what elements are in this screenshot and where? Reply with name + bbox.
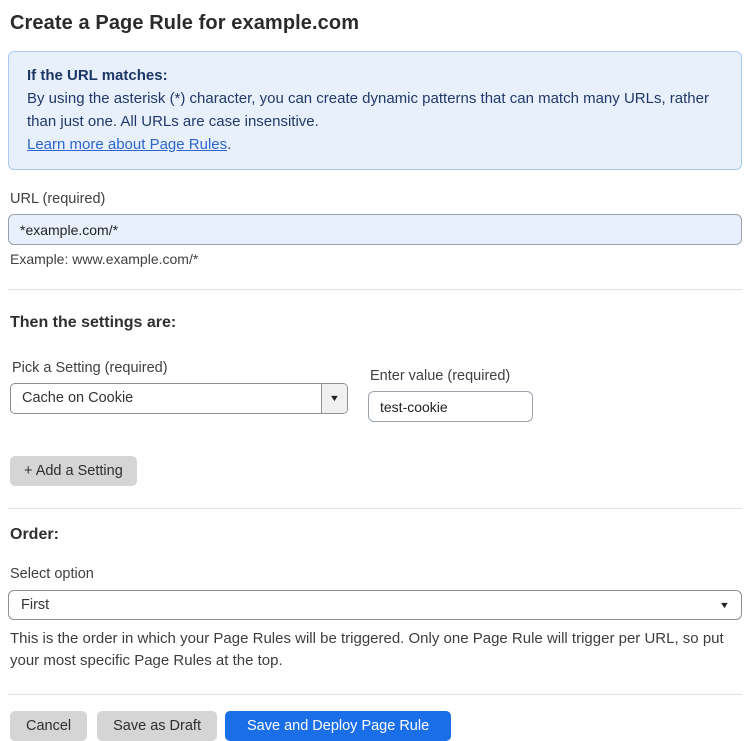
order-select-value: First [21, 597, 50, 613]
setting-select-label: Pick a Setting (required) [12, 360, 168, 376]
setting-value-column: Enter value (required) [368, 360, 533, 422]
url-match-info-box: If the URL matches: By using the asteris… [8, 51, 742, 170]
url-field-section: URL (required) Example: www.example.com/… [8, 191, 742, 267]
link-suffix: . [227, 136, 232, 153]
setting-select[interactable]: Cache on Cookie ▼ [10, 383, 348, 414]
info-box-heading: If the URL matches: [27, 67, 168, 84]
save-as-draft-button[interactable]: Save as Draft [97, 711, 217, 741]
divider-url-settings [8, 289, 742, 290]
page-rule-form: Create a Page Rule for example.com If th… [0, 0, 750, 741]
footer-actions: Cancel Save as Draft Save and Deploy Pag… [10, 711, 742, 741]
cancel-button[interactable]: Cancel [10, 711, 88, 741]
info-box-body: By using the asterisk (*) character, you… [27, 90, 709, 130]
info-box-link-line: Learn more about Page Rules. [27, 133, 723, 156]
divider-settings-order [8, 508, 742, 509]
settings-section-heading: Then the settings are: [10, 314, 177, 331]
url-input[interactable] [8, 214, 742, 245]
divider-footer [8, 694, 742, 695]
setting-value-input[interactable] [368, 391, 533, 422]
order-section-heading: Order: [10, 526, 59, 543]
chevron-down-icon: ▼ [718, 599, 731, 610]
setting-picker-column: Pick a Setting (required) Cache on Cooki… [10, 360, 348, 422]
order-select[interactable]: First ▼ [8, 590, 742, 620]
settings-row: Pick a Setting (required) Cache on Cooki… [8, 360, 742, 422]
setting-select-arrow-button[interactable]: ▼ [321, 384, 347, 413]
value-input-label: Enter value (required) [370, 368, 511, 384]
order-helper-text: This is the order in which your Page Rul… [10, 630, 724, 669]
save-and-deploy-button[interactable]: Save and Deploy Page Rule [224, 711, 452, 741]
setting-select-value: Cache on Cookie [22, 390, 134, 406]
page-title: Create a Page Rule for example.com [10, 12, 360, 34]
url-field-label: URL (required) [10, 191, 106, 207]
learn-more-link[interactable]: Learn more about Page Rules [27, 136, 227, 153]
url-example-helper: Example: www.example.com/* [10, 251, 199, 267]
chevron-down-icon: ▼ [328, 393, 341, 403]
add-setting-button[interactable]: + Add a Setting [10, 456, 137, 486]
order-select-label: Select option [10, 566, 94, 582]
